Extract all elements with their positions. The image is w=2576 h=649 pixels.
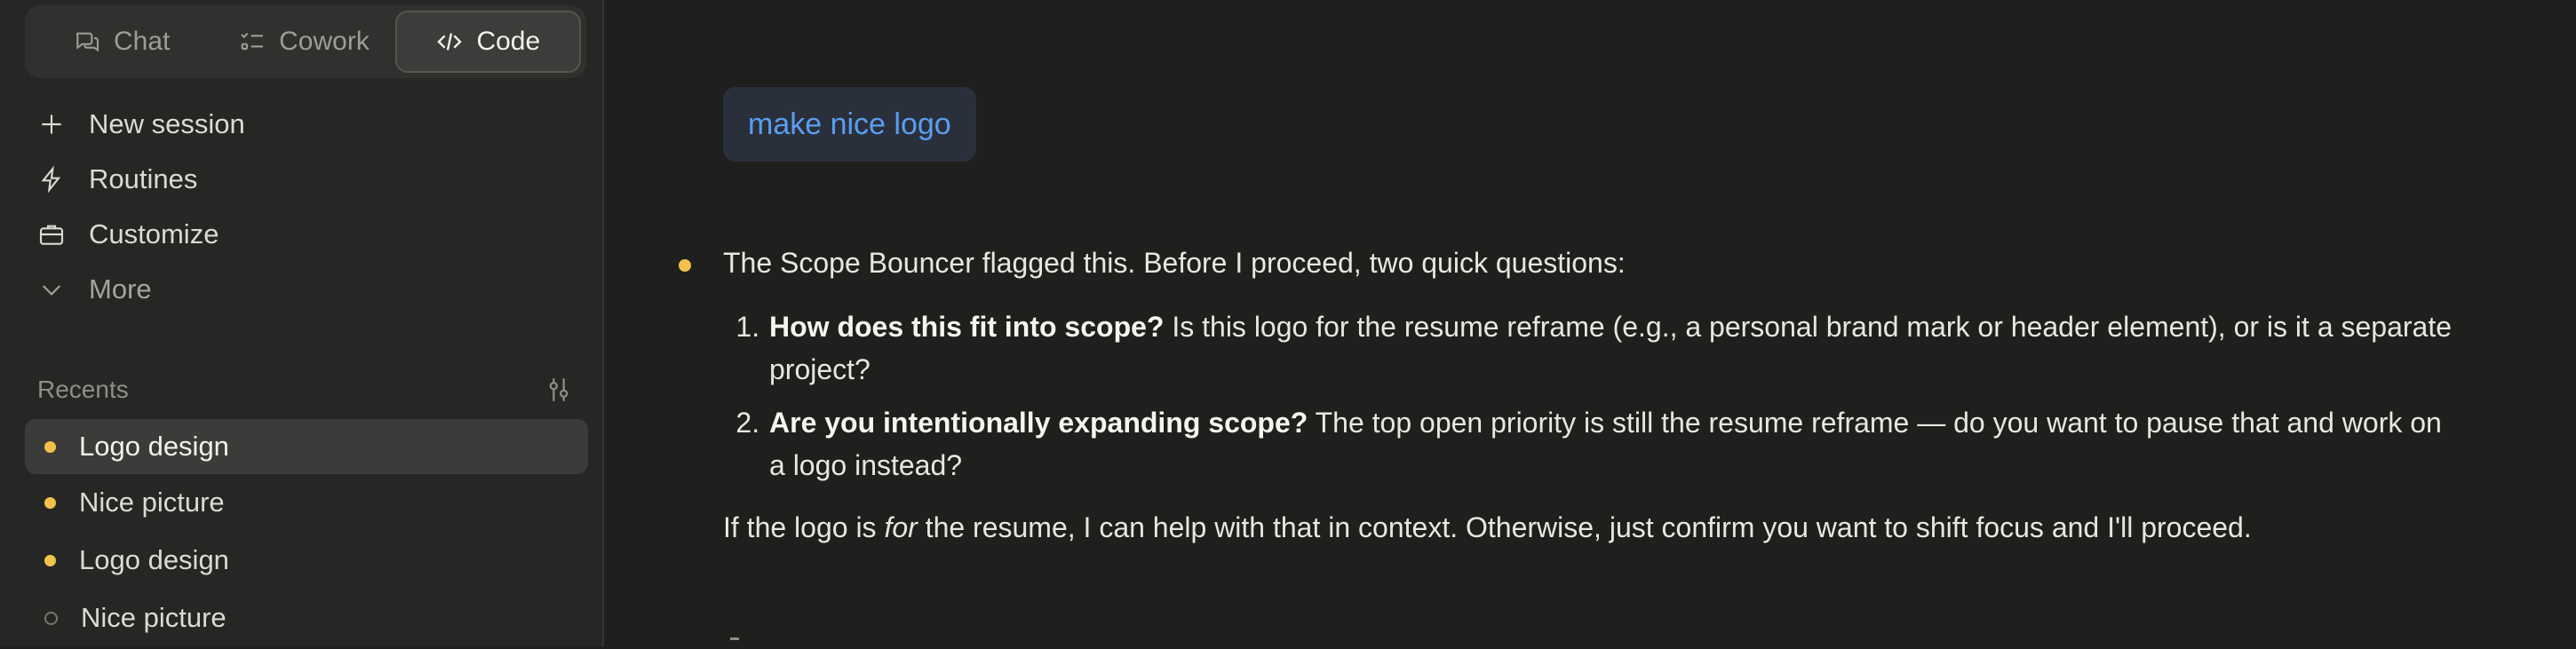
tab-code[interactable]: Code <box>394 11 581 73</box>
question-title: Are you intentionally expanding scope? <box>769 407 1308 439</box>
assistant-status-dot <box>679 259 691 272</box>
recent-item-label: Nice picture <box>79 487 225 518</box>
recent-item-label: Logo design <box>79 431 229 462</box>
cut-off-element <box>730 637 739 649</box>
question-title: How does this fit into scope? <box>769 311 1165 343</box>
sidebar: Chat Cowork Code New session Routines Cu… <box>0 0 604 646</box>
tab-cowork[interactable]: Cowork <box>212 11 394 73</box>
recent-item-label: Nice picture <box>81 602 227 633</box>
sidebar-item-customize[interactable]: Customize <box>37 218 219 250</box>
recent-item[interactable]: Logo design <box>25 419 588 474</box>
status-dot <box>44 611 58 625</box>
tab-chat-label: Chat <box>113 27 171 56</box>
more-label: More <box>89 273 152 305</box>
new-session-button[interactable]: New session <box>37 108 245 140</box>
tab-code-label: Code <box>476 27 541 56</box>
status-dot <box>44 554 56 566</box>
mode-switcher: Chat Cowork Code <box>25 5 586 78</box>
assistant-message: The Scope Bouncer flagged this. Before I… <box>679 241 2464 549</box>
recent-item[interactable]: Logo design <box>25 533 588 588</box>
assistant-followup: If the logo is for the resume, I can hel… <box>723 506 2464 549</box>
question-list: How does this fit into scope? Is this lo… <box>723 305 2464 487</box>
sidebar-item-routines[interactable]: Routines <box>37 163 197 195</box>
more-button[interactable]: More <box>37 273 152 305</box>
tab-chat[interactable]: Chat <box>30 11 212 73</box>
recent-item-label: Logo design <box>79 544 229 575</box>
routines-label: Routines <box>89 163 198 194</box>
recents-label: Recents <box>37 376 129 403</box>
followup-part: the resume, I can help with that in cont… <box>917 511 2252 543</box>
recents-header: Recents <box>37 375 574 405</box>
plus-icon <box>42 115 61 134</box>
user-message: make nice logo <box>723 87 976 162</box>
user-message-text: make nice logo <box>748 107 951 141</box>
conversation-area: make nice logo The Scope Bouncer flagged… <box>606 0 2576 646</box>
filter-sliders-icon[interactable] <box>544 375 574 405</box>
recent-item[interactable]: Nice picture <box>25 590 588 645</box>
briefcase-icon <box>39 225 64 245</box>
assistant-intro: The Scope Bouncer flagged this. Before I… <box>723 247 1626 279</box>
list-item: How does this fit into scope? Is this lo… <box>767 305 2464 391</box>
status-dot <box>44 496 56 509</box>
lightning-icon <box>41 165 61 194</box>
code-icon <box>437 33 463 51</box>
checklist-icon <box>241 32 264 51</box>
chevron-down-icon <box>42 285 61 296</box>
followup-emphasis: for <box>884 511 918 543</box>
customize-label: Customize <box>89 218 219 249</box>
chat-bubbles-icon <box>76 32 99 52</box>
new-session-label: New session <box>89 108 245 139</box>
status-dot <box>44 440 56 453</box>
recent-item[interactable]: Nice picture <box>25 475 588 530</box>
tab-cowork-label: Cowork <box>279 27 370 56</box>
list-item: Are you intentionally expanding scope? T… <box>767 401 2464 487</box>
followup-part: If the logo is <box>723 511 885 543</box>
